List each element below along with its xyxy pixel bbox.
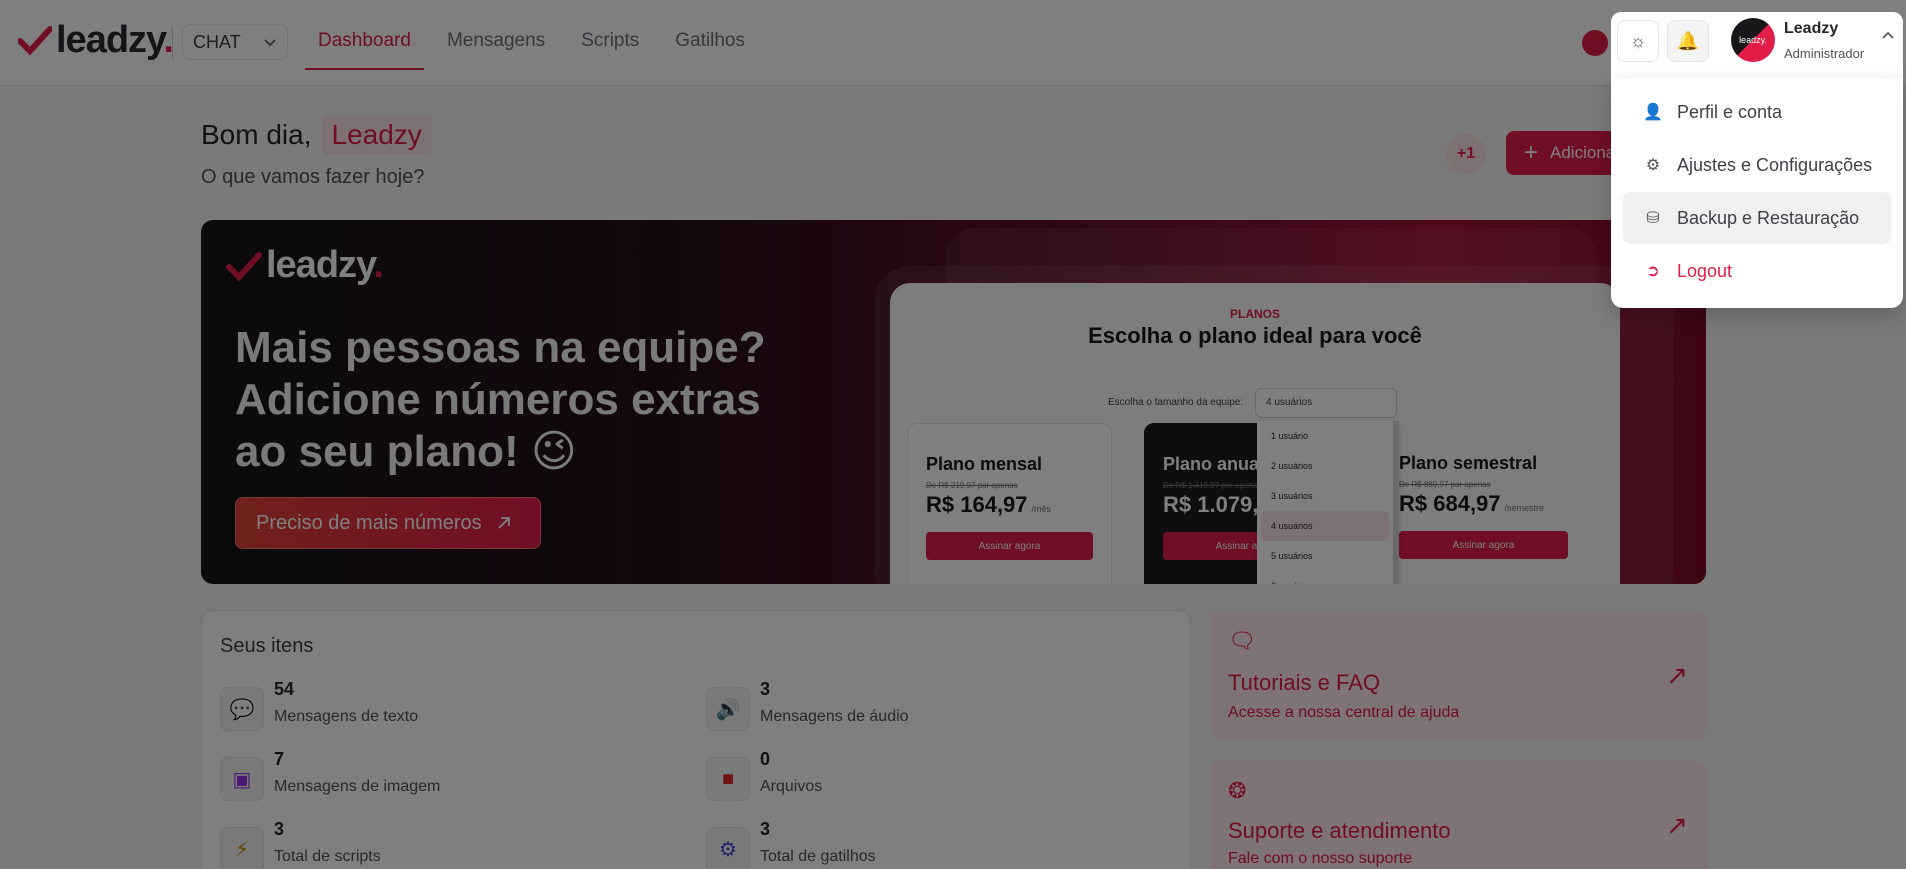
bell-icon[interactable]: 🔔: [1667, 20, 1709, 62]
menu-item-backup[interactable]: ⛁ Backup e Restauração: [1623, 192, 1891, 244]
user-icon: 👤: [1643, 104, 1663, 121]
menu-item-profile[interactable]: 👤 Perfil e conta: [1623, 86, 1891, 138]
menu-item-settings[interactable]: ⚙ Ajustes e Configurações: [1623, 139, 1891, 191]
sun-icon[interactable]: ☼: [1617, 20, 1659, 62]
avatar[interactable]: leadzy.: [1731, 18, 1775, 62]
account-header: ☼ 🔔 leadzy. Leadzy Administrador: [1611, 12, 1903, 82]
settings-icon: ⚙: [1645, 157, 1661, 174]
account-menu: 👤 Perfil e conta ⚙ Ajustes e Configuraçõ…: [1611, 78, 1903, 308]
menu-item-logout[interactable]: ➲ Logout: [1623, 245, 1891, 297]
account-role: Administrador: [1784, 46, 1865, 61]
logout-icon: ➲: [1646, 263, 1660, 280]
account-name: Leadzy: [1784, 20, 1839, 37]
chevron-up-icon[interactable]: [1881, 30, 1895, 40]
database-icon: ⛁: [1646, 210, 1660, 227]
